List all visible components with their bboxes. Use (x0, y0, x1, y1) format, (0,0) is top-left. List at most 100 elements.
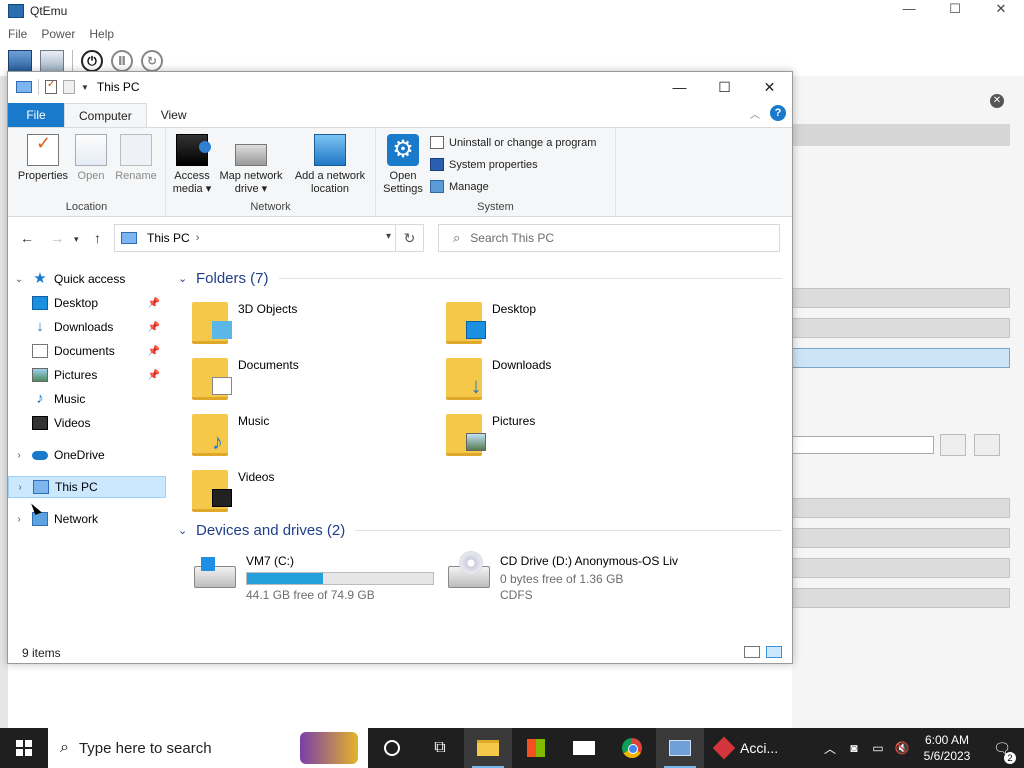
power-on-icon[interactable]: ⏻ (81, 50, 103, 72)
devices-section-header[interactable]: ⌄ Devices and drives (2) (178, 522, 782, 539)
taskbar-chrome[interactable] (608, 728, 656, 768)
rename-button[interactable]: Rename (112, 134, 160, 183)
tab-view[interactable]: View (147, 103, 201, 127)
printer-icon[interactable] (40, 50, 64, 72)
qtemu-maximize-button[interactable]: ☐ (932, 0, 978, 22)
qtemu-close-button[interactable]: ✕ (978, 0, 1024, 22)
expand-chevron-icon[interactable]: › (15, 482, 25, 493)
task-view-button[interactable]: ⧉ (416, 728, 464, 768)
folder-item[interactable]: 3D Objects (172, 298, 412, 348)
expand-chevron-icon[interactable]: ⌄ (14, 274, 24, 285)
access-media-button[interactable]: Access media ▾ (172, 134, 212, 196)
folder-item[interactable]: Desktop (426, 298, 666, 348)
drive-item-c[interactable]: VM7 (C:) 44.1 GB free of 74.9 GB (180, 554, 440, 604)
folder-item[interactable]: ↓ Downloads (426, 354, 666, 404)
tab-file[interactable]: File (8, 103, 64, 127)
add-network-location-button[interactable]: Add a network location (290, 134, 370, 196)
recent-locations-chevron-icon[interactable]: ▾ (74, 234, 79, 245)
drive-item-d[interactable]: CD Drive (D:) Anonymous-OS Liv 0 bytes f… (434, 551, 694, 604)
help-icon[interactable]: ? (770, 105, 786, 121)
panel-row-selected[interactable] (792, 348, 1010, 368)
cortana-button[interactable] (368, 728, 416, 768)
large-icons-view-icon[interactable] (766, 646, 782, 658)
properties-button[interactable]: Properties (14, 134, 72, 183)
nav-music[interactable]: ♪ Music (8, 388, 166, 410)
breadcrumb-chevron-icon[interactable]: › (196, 232, 200, 244)
taskbar-mail[interactable] (560, 728, 608, 768)
panel-path-field[interactable] (792, 436, 934, 454)
folder-item[interactable]: Videos (172, 466, 412, 516)
collapse-chevron-icon[interactable]: ⌄ (178, 272, 190, 285)
nav-downloads[interactable]: ↓ Downloads 📌 (8, 316, 166, 338)
taskbar-file-explorer[interactable] (464, 728, 512, 768)
taskbar-qtemu[interactable] (656, 728, 704, 768)
folder-item[interactable]: Pictures (426, 410, 666, 460)
nav-desktop[interactable]: Desktop 📌 (8, 292, 166, 314)
search-highlight-icon[interactable] (300, 732, 358, 764)
expand-chevron-icon[interactable]: › (14, 514, 24, 525)
refresh-icon[interactable]: ↻ (395, 225, 423, 251)
expand-chevron-icon[interactable]: › (14, 450, 24, 461)
menu-file[interactable]: File (8, 27, 27, 41)
network-status-icon[interactable]: ▭ (866, 741, 890, 755)
taskbar-app-acci[interactable]: Acci... (704, 728, 784, 768)
show-hidden-icons-chevron-icon[interactable]: ︿ (818, 740, 842, 757)
action-center-button[interactable]: 🗨 2 (980, 740, 1024, 764)
panel-row[interactable] (792, 498, 1010, 518)
panel-browse-button[interactable] (940, 434, 966, 456)
clock[interactable]: 6:00 AM 5/6/2023 (914, 732, 980, 764)
close-button[interactable]: ✕ (747, 72, 792, 102)
nav-pictures[interactable]: Pictures 📌 (8, 364, 166, 386)
meet-now-icon[interactable]: ◙ (842, 741, 866, 755)
nav-this-pc[interactable]: › This PC (8, 476, 166, 498)
folders-section-header[interactable]: ⌄ Folders (7) (178, 270, 782, 287)
nav-onedrive[interactable]: › OneDrive (8, 444, 166, 466)
pause-icon[interactable]: Ⅱ (111, 50, 133, 72)
menu-help[interactable]: Help (89, 27, 114, 41)
address-dropdown-chevron-icon[interactable]: ▾ (386, 231, 391, 242)
customize-qat-chevron-icon[interactable]: ▼ (81, 83, 89, 92)
panel-row[interactable] (792, 318, 1010, 338)
open-settings-button[interactable]: ⚙ Open Settings (380, 134, 426, 196)
details-view-icon[interactable] (744, 646, 760, 658)
taskbar-search-box[interactable]: ⌕ Type here to search (48, 728, 368, 768)
nav-documents[interactable]: Documents 📌 (8, 340, 166, 362)
monitor-icon[interactable] (8, 50, 32, 72)
address-bar[interactable]: This PC › ▾ ↻ (114, 224, 424, 252)
folder-item[interactable]: ♪ Music (172, 410, 412, 460)
search-input[interactable] (470, 231, 751, 245)
uninstall-program-button[interactable]: Uninstall or change a program (430, 136, 596, 149)
manage-button[interactable]: Manage (430, 180, 489, 193)
nav-quick-access[interactable]: ⌄ ★ Quick access (8, 268, 166, 290)
panel-row[interactable] (792, 528, 1010, 548)
nav-videos[interactable]: Videos (8, 412, 166, 434)
taskbar-store[interactable] (512, 728, 560, 768)
menu-power[interactable]: Power (41, 27, 75, 41)
back-arrow-icon[interactable]: ← (20, 230, 34, 246)
start-button[interactable] (0, 728, 48, 768)
minimize-button[interactable]: — (657, 72, 702, 102)
search-box[interactable]: ⌕ (438, 224, 780, 252)
panel-eject-button[interactable] (974, 434, 1000, 456)
volume-muted-icon[interactable]: 🔇 (890, 741, 914, 755)
open-button[interactable]: Open (74, 134, 108, 183)
tab-computer[interactable]: Computer (64, 103, 147, 127)
panel-row[interactable] (792, 558, 1010, 578)
panel-row[interactable] (792, 588, 1010, 608)
collapse-chevron-icon[interactable]: ⌄ (178, 524, 190, 537)
forward-arrow-icon[interactable]: → (50, 230, 64, 246)
panel-row[interactable] (792, 288, 1010, 308)
map-network-drive-button[interactable]: Map network drive ▾ (216, 134, 286, 196)
system-properties-button[interactable]: System properties (430, 158, 538, 171)
folder-item[interactable]: Documents (172, 354, 412, 404)
qtemu-minimize-button[interactable]: — (886, 0, 932, 22)
reset-icon[interactable]: ↻ (141, 50, 163, 72)
breadcrumb-this-pc[interactable]: This PC (147, 231, 190, 245)
properties-icon[interactable] (45, 79, 57, 94)
collapse-ribbon-chevron-icon[interactable]: ︿ (750, 106, 760, 121)
maximize-button[interactable]: ☐ (702, 72, 747, 102)
panel-close-icon[interactable]: ✕ (990, 94, 1004, 108)
new-folder-icon[interactable] (63, 80, 75, 94)
nav-network[interactable]: › Network (8, 508, 166, 530)
up-arrow-icon[interactable]: ↑ (94, 230, 101, 246)
